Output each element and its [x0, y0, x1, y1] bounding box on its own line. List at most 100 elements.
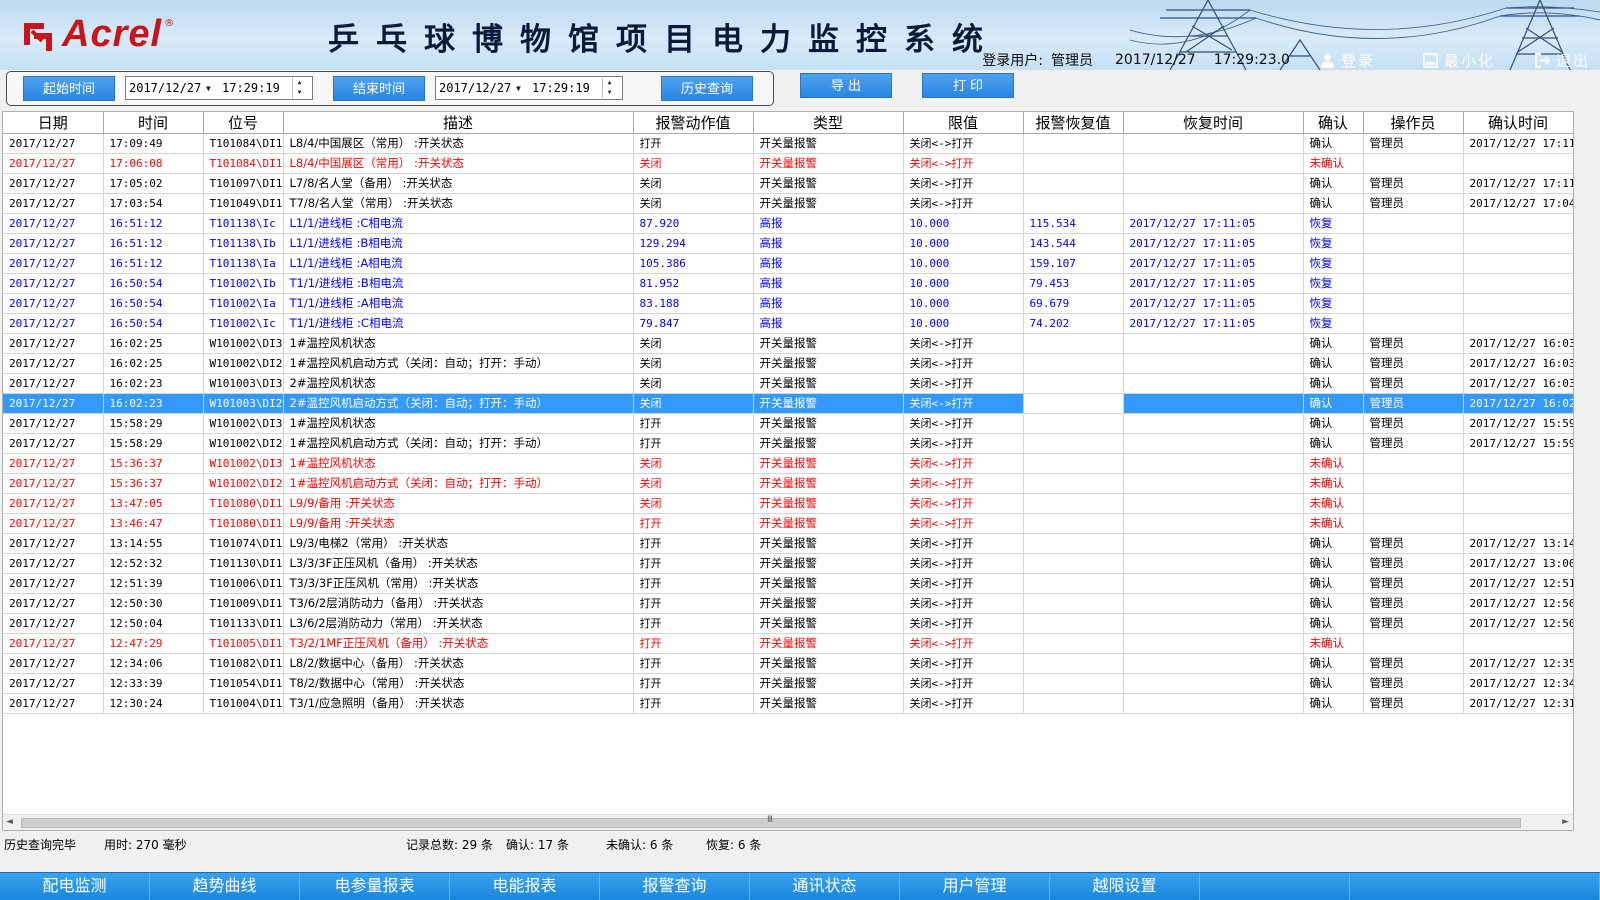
cell-confirm: 未确认	[1303, 513, 1364, 534]
spin-down-icon[interactable]: ▼	[603, 88, 616, 98]
table-row[interactable]: 2017/12/27 16:02:23 W101003\DI3 2#温控风机状态 关闭开…	[3, 373, 1573, 394]
cell-time: 16:02:23	[103, 393, 204, 414]
scroll-left-icon[interactable]: ◄	[6, 817, 13, 827]
cell-confirm-time: 2017/12/27 12:34:0	[1463, 673, 1573, 694]
start-datetime-picker[interactable]: 2017/12/27 ▼ 17:29:19 ▲ ▼	[125, 76, 313, 100]
export-button[interactable]: 导 出	[800, 73, 892, 98]
table-row[interactable]: 2017/12/27 17:09:49 T101084\DI1 L8/4/中国展区（常…	[3, 133, 1573, 154]
table-row[interactable]: 2017/12/27 12:47:29 T101005\DI1 T3/2/1MF正压风…	[3, 633, 1573, 654]
cell-confirm: 确认	[1303, 553, 1364, 574]
table-row[interactable]: 2017/12/27 13:47:05 T101080\DI1 L9/9/备用 :开关…	[3, 493, 1573, 514]
nav-trend-curve[interactable]: 趋势曲线	[150, 873, 300, 900]
end-time-button[interactable]: 结束时间	[333, 76, 425, 101]
nav-distribution-monitor[interactable]: 配电监测	[0, 873, 150, 900]
table-row[interactable]: 2017/12/27 12:30:24 T101004\DI1 T3/1/应急照明（备…	[3, 693, 1573, 714]
nav-electrical-report[interactable]: 电参量报表	[300, 873, 450, 900]
nav-limit-settings[interactable]: 越限设置	[1050, 873, 1200, 900]
cell-time: 12:30:24	[103, 693, 204, 714]
table-row[interactable]: 2017/12/27 17:03:54 T101049\DI1 T7/8/名人堂（常用…	[3, 193, 1573, 214]
horizontal-scrollbar[interactable]: ◄ III ►	[3, 814, 1573, 830]
table-row[interactable]: 2017/12/27 17:05:02 T101097\DI1 L7/8/名人堂（备用…	[3, 173, 1573, 194]
table-row[interactable]: 2017/12/27 16:02:25 W101002\DI3 1#温控风机状态 关闭开…	[3, 333, 1573, 354]
cell-confirm-time: 2017/12/27 16:02:4	[1463, 393, 1573, 414]
cell-recover-time	[1123, 493, 1304, 514]
table-row[interactable]: 2017/12/27 15:58:29 W101002\DI3 1#温控风机状态 打开开…	[3, 413, 1573, 434]
table-row[interactable]: 2017/12/27 16:02:23 W101003\DI2 2#温控风机启动方式（…	[3, 393, 1573, 414]
column-header-operator[interactable]: 操作员	[1363, 112, 1464, 134]
column-header-recover-time[interactable]: 恢复时间	[1123, 112, 1304, 134]
print-button[interactable]: 打 印	[922, 73, 1014, 98]
spin-up-icon[interactable]: ▲	[293, 78, 306, 88]
cell-confirm: 恢复	[1303, 253, 1364, 274]
table-row[interactable]: 2017/12/27 16:51:12 T101138\Ia L1/1/进线柜 :A相…	[3, 253, 1573, 274]
cell-date: 2017/12/27	[3, 293, 104, 314]
login-button-label: 登录	[1340, 51, 1375, 70]
end-time-spinner[interactable]: ▲ ▼	[602, 78, 616, 98]
header: Acrel ® 乒乓球博物馆项目电力监控系统 登录用户: 管理员 2017/12…	[0, 0, 1600, 70]
cell-recover-value	[1023, 493, 1124, 514]
table-row[interactable]: 2017/12/27 12:33:39 T101054\DI1 T8/2/数据中心（常…	[3, 673, 1573, 694]
column-header-type[interactable]: 类型	[753, 112, 904, 134]
cell-time: 12:51:39	[103, 573, 204, 594]
table-row[interactable]: 2017/12/27 15:58:29 W101002\DI2 1#温控风机启动方式（…	[3, 433, 1573, 454]
table-row[interactable]: 2017/12/27 16:50:54 T101002\Ib T1/1/进线柜 :B相…	[3, 273, 1573, 294]
spin-up-icon[interactable]: ▲	[603, 78, 616, 88]
cell-operator	[1363, 633, 1464, 654]
minimize-button[interactable]: 最小化	[1423, 50, 1495, 71]
end-datetime-picker[interactable]: 2017/12/27 ▼ 17:29:19 ▲ ▼	[435, 76, 623, 100]
alarm-history-table[interactable]: 日期 时间 位号 描述 报警动作值 类型 限值 报警恢复值 恢复时间 确认 操作员 确认时间 2017…	[2, 111, 1574, 831]
cell-confirm-time: 2017/12/27 12:31:0	[1463, 693, 1573, 714]
dropdown-arrow-icon[interactable]: ▼	[516, 84, 530, 93]
cell-description: L8/2/数据中心（备用） :开关状态	[283, 653, 634, 674]
scrollbar-thumb[interactable]: III	[21, 815, 1521, 828]
cell-time: 12:52:32	[103, 553, 204, 574]
cell-type: 高报	[753, 293, 904, 314]
column-header-description[interactable]: 描述	[283, 112, 634, 134]
table-body: 2017/12/27 17:09:49 T101084\DI1 L8/4/中国展区（常…	[3, 133, 1573, 714]
nav-user-management[interactable]: 用户管理	[900, 873, 1050, 900]
start-time-button[interactable]: 起始时间	[23, 76, 115, 101]
column-header-confirm-time[interactable]: 确认时间	[1463, 112, 1573, 134]
table-row[interactable]: 2017/12/27 12:51:39 T101006\DI1 T3/3/3F正压风机…	[3, 573, 1573, 594]
cell-confirm: 确认	[1303, 653, 1364, 674]
scroll-right-icon[interactable]: ►	[1562, 817, 1569, 827]
login-button[interactable]: 登录	[1320, 50, 1375, 71]
table-row[interactable]: 2017/12/27 17:06:08 T101084\DI1 L8/4/中国展区（常…	[3, 153, 1573, 174]
column-header-time[interactable]: 时间	[103, 112, 204, 134]
cell-time: 16:50:54	[103, 273, 204, 294]
column-header-limit[interactable]: 限值	[903, 112, 1024, 134]
table-row[interactable]: 2017/12/27 13:46:47 T101080\DI1 L9/9/备用 :开关…	[3, 513, 1573, 534]
exit-button-label: 退出	[1555, 51, 1590, 70]
table-row[interactable]: 2017/12/27 16:50:54 T101002\Ia T1/1/进线柜 :A相…	[3, 293, 1573, 314]
table-row[interactable]: 2017/12/27 16:50:54 T101002\Ic T1/1/进线柜 :C相…	[3, 313, 1573, 334]
cell-date: 2017/12/27	[3, 253, 104, 274]
cell-operator: 管理员	[1363, 653, 1464, 674]
column-header-confirm[interactable]: 确认	[1303, 112, 1364, 134]
column-header-alarm-value[interactable]: 报警动作值	[633, 112, 754, 134]
dropdown-arrow-icon[interactable]: ▼	[206, 84, 220, 93]
table-row[interactable]: 2017/12/27 15:36:37 W101002\DI2 1#温控风机启动方式（…	[3, 473, 1573, 494]
table-row[interactable]: 2017/12/27 15:36:37 W101002\DI3 1#温控风机状态 关闭开…	[3, 453, 1573, 474]
nav-alarm-query[interactable]: 报警查询	[600, 873, 750, 900]
cell-limit: 关闭<->打开	[903, 513, 1024, 534]
cell-operator	[1363, 313, 1464, 334]
column-header-tag[interactable]: 位号	[203, 112, 284, 134]
table-row[interactable]: 2017/12/27 12:50:30 T101009\DI1 T3/6/2层消防动力…	[3, 593, 1573, 614]
column-header-recover-value[interactable]: 报警恢复值	[1023, 112, 1124, 134]
exit-icon	[1535, 52, 1551, 68]
history-query-button[interactable]: 历史查询	[661, 76, 753, 101]
column-header-date[interactable]: 日期	[3, 112, 104, 134]
start-time-spinner[interactable]: ▲ ▼	[292, 78, 306, 98]
table-row[interactable]: 2017/12/27 12:50:04 T101133\DI1 L3/6/2层消防动力…	[3, 613, 1573, 634]
table-row[interactable]: 2017/12/27 16:02:25 W101002\DI2 1#温控风机启动方式（…	[3, 353, 1573, 374]
table-row[interactable]: 2017/12/27 12:52:32 T101130\DI1 L3/3/3F正压风机…	[3, 553, 1573, 574]
nav-comm-status[interactable]: 通讯状态	[750, 873, 900, 900]
table-row[interactable]: 2017/12/27 13:14:55 T101074\DI1 L9/3/电梯2（常用…	[3, 533, 1573, 554]
table-row[interactable]: 2017/12/27 12:34:06 T101082\DI1 L8/2/数据中心（备…	[3, 653, 1573, 674]
table-row[interactable]: 2017/12/27 16:51:12 T101138\Ic L1/1/进线柜 :C相…	[3, 213, 1573, 234]
cell-tag: W101002\DI3	[203, 413, 284, 434]
nav-energy-report[interactable]: 电能报表	[450, 873, 600, 900]
exit-button[interactable]: 退出	[1535, 50, 1590, 71]
table-row[interactable]: 2017/12/27 16:51:12 T101138\Ib L1/1/进线柜 :B相…	[3, 233, 1573, 254]
spin-down-icon[interactable]: ▼	[293, 88, 306, 98]
